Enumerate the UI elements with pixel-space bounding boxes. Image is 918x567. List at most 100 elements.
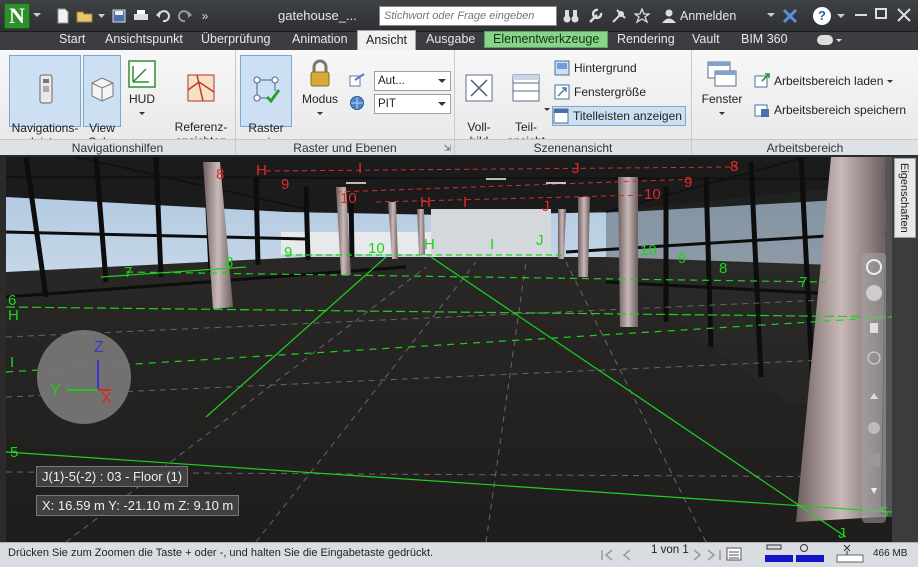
ribbon-minimize-icon[interactable] <box>817 35 833 45</box>
redo-icon[interactable] <box>176 7 194 25</box>
vollbild-button[interactable]: Voll- bild <box>459 55 499 148</box>
titelleisten-anzeigen-button[interactable]: Titelleisten anzeigen <box>552 106 686 126</box>
globe-icon[interactable] <box>349 95 365 111</box>
tab-bim360[interactable]: BIM 360 <box>741 32 788 50</box>
hintergrund-label: Hintergrund <box>574 61 637 75</box>
restore-icon[interactable] <box>875 8 887 19</box>
new-file-icon[interactable] <box>54 7 72 25</box>
fenster-caret-icon[interactable] <box>719 112 725 116</box>
app-menu-caret-icon[interactable] <box>33 13 41 17</box>
window-size-icon <box>554 84 570 100</box>
tab-rendering[interactable]: Rendering <box>617 32 675 50</box>
exchange-x-icon[interactable] <box>782 8 798 24</box>
teilansicht-button[interactable]: Teil- ansicht <box>504 55 548 148</box>
background-icon <box>554 60 570 76</box>
modus-caret-icon[interactable] <box>317 112 323 116</box>
modus-button[interactable]: Modus <box>298 55 342 127</box>
tab-elementwerkzeuge[interactable]: Elementwerkzeuge <box>484 31 609 48</box>
page-forward-icons[interactable] <box>690 548 724 562</box>
tab-animation[interactable]: Animation <box>292 32 348 50</box>
titelleisten-label: Titelleisten anzeigen <box>573 109 682 123</box>
favorites-star-icon[interactable] <box>634 8 650 24</box>
ribbon-tab-bar: Start Ansichtspunkt Überprüfung Animatio… <box>0 30 918 50</box>
panel-launcher-icon[interactable]: ⇲ <box>443 140 451 156</box>
grid-label-red-8: 8 <box>730 158 738 175</box>
wrench-icon[interactable] <box>587 8 603 24</box>
arbeitsbereich-laden-label: Arbeitsbereich laden <box>774 74 884 88</box>
fenster-button[interactable]: Fenster <box>700 55 744 127</box>
save-icon[interactable] <box>110 7 128 25</box>
grid-label-green-8b: 8 <box>719 260 727 277</box>
document-title: gatehouse_... <box>278 8 357 23</box>
tab-ansicht[interactable]: Ansicht <box>357 30 416 50</box>
navigation-bar-icon <box>39 74 53 104</box>
open-folder-icon[interactable] <box>76 7 94 25</box>
help-caret-icon[interactable] <box>837 14 845 18</box>
properties-tab-label: Eigenschaften <box>898 163 910 233</box>
split-view-icon <box>512 74 540 102</box>
properties-tab[interactable]: Eigenschaften <box>894 158 916 238</box>
grid-label-green-8: 8 <box>225 254 233 271</box>
dropdown-caret-icon[interactable] <box>98 7 106 25</box>
scene-viewport[interactable]: H I J 8 9 9 10 10 H I J 8 7 6 H I 5 8 9 <box>6 157 892 542</box>
arbeitsbereich-speichern-label: Arbeitsbereich speichern <box>774 103 907 117</box>
application-menu-button[interactable]: N <box>4 3 30 29</box>
customize-qat-icon[interactable]: » <box>198 7 212 25</box>
minimize-icon[interactable] <box>855 14 867 16</box>
satellite-icon[interactable] <box>611 8 627 24</box>
grid-level-bottom-dropdown[interactable]: PIT <box>374 94 451 114</box>
signin-caret-icon[interactable] <box>767 13 775 17</box>
link-arrow-icon[interactable] <box>349 72 365 88</box>
help-button[interactable]: ? <box>813 7 831 25</box>
print-icon[interactable] <box>132 7 150 25</box>
lock-icon <box>310 59 330 87</box>
grid-label-red-h2: H <box>420 194 431 211</box>
signin-button[interactable]: Anmelden <box>680 9 736 23</box>
arbeitsbereich-laden-caret-icon[interactable] <box>887 79 894 83</box>
undo-icon[interactable] <box>154 7 172 25</box>
tab-start[interactable]: Start <box>59 32 85 50</box>
close-icon[interactable] <box>897 8 913 24</box>
page-back-icons[interactable] <box>600 548 640 562</box>
tab-vault[interactable]: Vault <box>692 32 720 50</box>
search-input[interactable] <box>379 6 557 26</box>
panel-raster-und-ebenen: Raster anzeigen Modus Aut... PIT Raster … <box>236 50 455 155</box>
fenster-label: Fenster <box>701 92 743 106</box>
save-workspace-icon <box>754 104 769 117</box>
status-message: Drücken Sie zum Zoomen die Taste + oder … <box>8 547 434 559</box>
grid-label-red-i2: I <box>463 194 467 211</box>
sheet-list-icon[interactable] <box>726 547 742 561</box>
viewcube-button[interactable]: View Cube <box>83 55 121 149</box>
grid-label-green-i: I <box>10 354 14 371</box>
hud-caret-icon[interactable] <box>139 112 145 116</box>
fenstergroesse-label: Fenstergröße <box>574 85 647 99</box>
navigationsleiste-button[interactable]: Navigations- leiste <box>9 55 81 149</box>
grid-label-red-i: I <box>358 160 362 177</box>
grid-level-top-dropdown[interactable]: Aut... <box>374 71 451 91</box>
referenzansichten-button[interactable]: Referenz- ansichten <box>170 55 232 148</box>
raster-anzeigen-button[interactable]: Raster anzeigen <box>240 55 292 149</box>
tab-ueberpruefung[interactable]: Überprüfung <box>201 32 271 50</box>
navigation-tools-icon <box>866 259 882 494</box>
user-icon[interactable] <box>661 8 677 24</box>
tab-ausgabe[interactable]: Ausgabe <box>426 32 475 50</box>
axis-label-z: Z <box>94 339 104 356</box>
grid-label-green-9: 9 <box>284 244 292 261</box>
binoculars-icon[interactable] <box>563 8 579 24</box>
fenstergroesse-button[interactable]: Fenstergröße <box>554 82 646 102</box>
hintergrund-button[interactable]: Hintergrund <box>554 58 637 78</box>
grid-label-green-7: 7 <box>124 264 132 281</box>
hud-button[interactable]: HUD <box>124 55 160 127</box>
title-bar: N » gatehouse_... Anmelden ? <box>0 0 918 32</box>
orientation-compass: Z Y X <box>37 330 131 424</box>
ribbon-options-caret-icon[interactable] <box>836 39 842 42</box>
panel-szenenansicht: Voll- bild Teil- ansicht Hintergrund Fen… <box>455 50 692 155</box>
coordinates-readout: X: 16.59 m Y: -21.10 m Z: 9.10 m <box>36 495 240 516</box>
network-icon <box>836 544 864 563</box>
teilansicht-caret-icon[interactable] <box>544 108 550 111</box>
axis-triad-icon: Z Y X <box>50 339 112 407</box>
tab-ansichtspunkt[interactable]: Ansichtspunkt <box>105 32 183 50</box>
arbeitsbereich-speichern-button[interactable]: Arbeitsbereich speichern <box>754 100 906 120</box>
arbeitsbereich-laden-button[interactable]: Arbeitsbereich laden <box>754 71 894 91</box>
navigation-bar[interactable] <box>862 253 886 523</box>
